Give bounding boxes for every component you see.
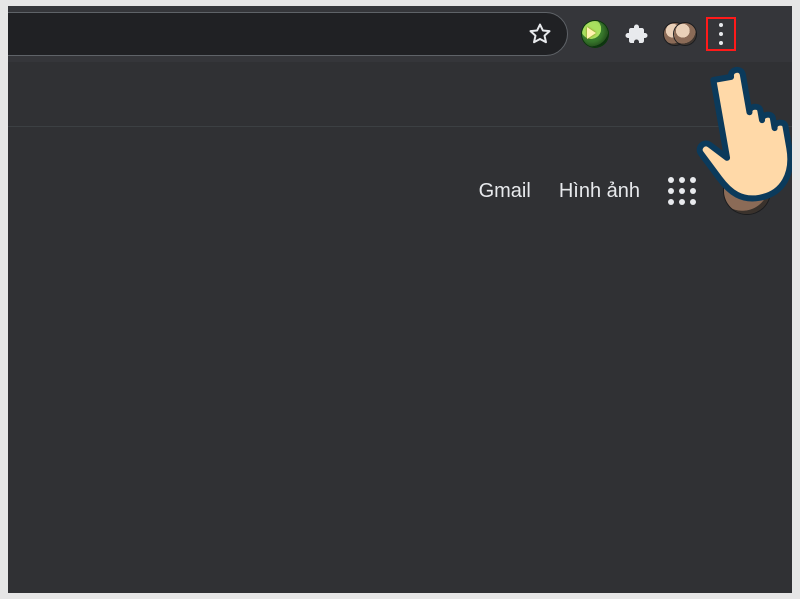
google-apps-icon[interactable] <box>668 177 696 205</box>
bookmark-star-icon[interactable] <box>526 20 554 48</box>
idm-extension-icon[interactable] <box>580 19 610 49</box>
toolbar-right-icons <box>580 6 736 62</box>
images-link[interactable]: Hình ảnh <box>559 180 640 203</box>
extensions-icon[interactable] <box>622 19 652 49</box>
profile-avatar-icon[interactable] <box>664 19 694 49</box>
screenshot-frame: Gmail Hình ảnh <box>0 0 800 599</box>
gmail-link[interactable]: Gmail <box>479 180 531 203</box>
address-bar[interactable] <box>8 12 568 56</box>
browser-toolbar <box>8 6 792 62</box>
page-header-links: Gmail Hình ảnh <box>479 168 770 214</box>
header-divider <box>8 126 792 127</box>
browser-window: Gmail Hình ảnh <box>8 6 792 593</box>
chrome-menu-button[interactable] <box>706 17 736 51</box>
account-avatar-icon[interactable] <box>724 168 770 214</box>
